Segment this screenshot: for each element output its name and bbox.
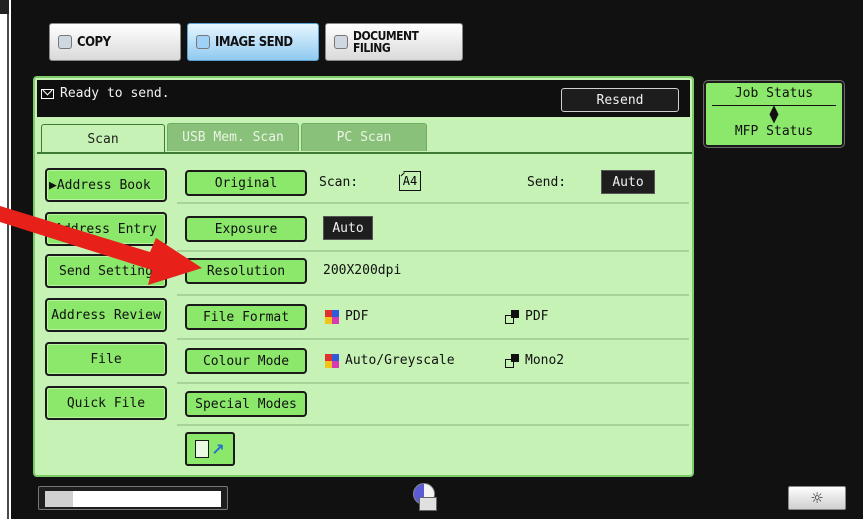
file-format-button[interactable]: File Format — [185, 304, 307, 330]
subtab-scan[interactable]: Scan — [41, 124, 165, 154]
send-size-value: Auto — [601, 170, 655, 194]
exposure-button[interactable]: Exposure — [185, 216, 307, 242]
document-filing-icon — [334, 35, 348, 49]
address-entry-button[interactable]: Address Entry — [45, 212, 167, 246]
tab-copy-label: COPY — [77, 34, 111, 50]
preview-button[interactable]: ↗ — [185, 432, 235, 466]
row-divider — [177, 294, 689, 296]
settings-area: Original Scan: A4 Send: Auto Exposure Au… — [177, 158, 689, 471]
row-divider — [177, 338, 689, 340]
row-divider — [177, 382, 689, 384]
progress-bar — [38, 486, 228, 510]
scan-size-label: Scan: — [319, 175, 359, 190]
row-divider — [177, 250, 689, 252]
send-arrow-icon: ↗ — [211, 439, 225, 459]
subtab-pc-scan[interactable]: PC Scan — [301, 123, 427, 151]
colour-file-format-value: PDF — [345, 309, 369, 324]
mfp-touch-screen: COPY IMAGE SEND DOCUMENT FILING Ready to… — [11, 0, 863, 519]
colour-mode-mono-value: Mono2 — [525, 353, 565, 368]
tab-divider — [37, 152, 692, 154]
resend-button[interactable]: Resend — [561, 88, 679, 112]
job-status-button[interactable]: Job Status ▲ ▼ MFP Status — [704, 81, 844, 147]
tab-copy[interactable]: COPY — [49, 23, 181, 61]
status-message: Ready to send. — [60, 86, 170, 101]
file-button[interactable]: File — [45, 342, 167, 376]
row-divider — [177, 202, 689, 204]
job-status-label: Job Status — [734, 86, 814, 101]
tab-image-send-label: IMAGE SEND — [215, 34, 293, 50]
colour-format-icon — [325, 310, 339, 324]
quick-file-button[interactable]: Quick File — [45, 386, 167, 420]
mfp-status-label: MFP Status — [734, 124, 814, 139]
colour-mode-colour-value: Auto/Greyscale — [345, 353, 455, 368]
resolution-value: 200X200dpi — [323, 263, 402, 278]
status-bar: Ready to send. Resend — [37, 80, 690, 117]
exposure-value: Auto — [323, 216, 373, 240]
paper-a4-icon: A4 — [399, 171, 421, 191]
subtab-usb-mem-scan[interactable]: USB Mem. Scan — [167, 123, 299, 151]
row-divider — [177, 424, 689, 426]
address-book-button[interactable]: ▶Address Book — [45, 168, 167, 202]
progress-fill — [45, 491, 74, 507]
scan-size-value: A4 — [402, 174, 418, 188]
tab-document-filing[interactable]: DOCUMENT FILING — [325, 23, 463, 61]
scan-panel: Ready to send. Resend Scan USB Mem. Scan… — [33, 76, 694, 477]
window-left-edge — [0, 0, 9, 519]
colour-mode-icon — [325, 354, 339, 368]
network-device-icon[interactable] — [413, 483, 441, 513]
send-setting-button[interactable]: Send Setting — [45, 254, 167, 288]
resolution-button[interactable]: Resolution — [185, 258, 307, 284]
image-send-icon — [196, 35, 210, 49]
tab-document-filing-label-2: FILING — [353, 41, 391, 55]
envelope-icon — [41, 88, 54, 99]
bottom-bar: ☼ — [11, 482, 863, 519]
document-icon — [195, 440, 210, 458]
special-modes-button[interactable]: Special Modes — [185, 391, 307, 417]
swap-arrows-icon: ▲ ▼ — [769, 102, 779, 125]
mono-mode-icon — [505, 354, 519, 368]
edge-marker — [0, 0, 9, 14]
brightness-icon[interactable]: ☼ — [788, 486, 846, 510]
original-button[interactable]: Original — [185, 170, 307, 196]
copy-icon — [58, 35, 72, 49]
mono-format-icon — [505, 310, 519, 324]
send-size-label: Send: — [527, 175, 567, 190]
mono-file-format-value: PDF — [525, 309, 549, 324]
address-review-button[interactable]: Address Review — [45, 298, 167, 332]
colour-mode-button[interactable]: Colour Mode — [185, 348, 307, 374]
tab-image-send[interactable]: IMAGE SEND — [187, 23, 319, 61]
